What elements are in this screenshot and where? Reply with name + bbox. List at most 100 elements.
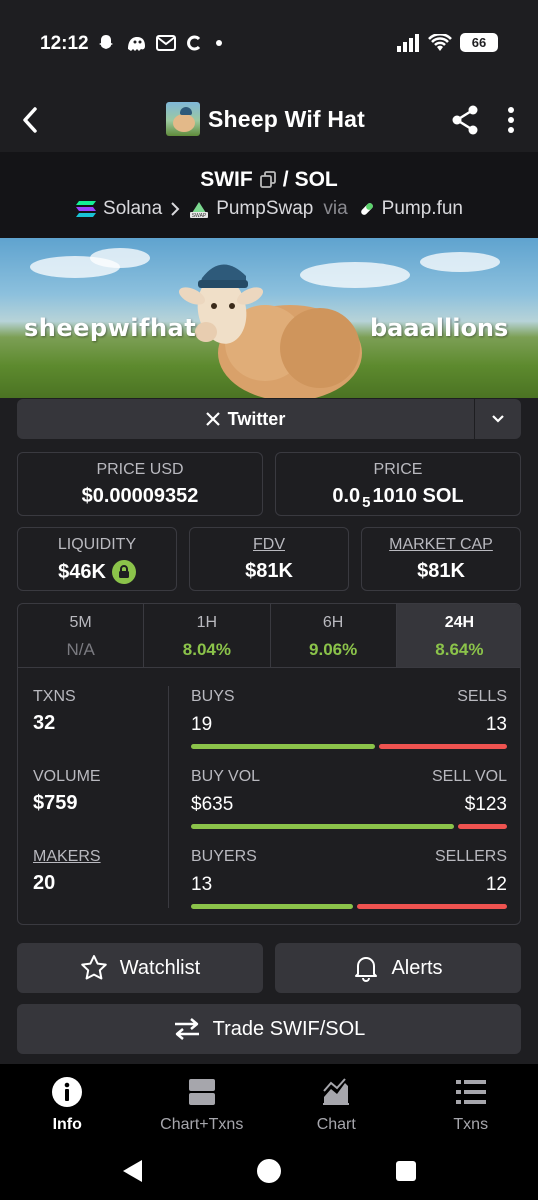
token-avatar [166,102,200,136]
price-usd-card: PRICE USD $0.00009352 [17,452,263,516]
trade-label: Trade SWIF/SOL [212,1017,366,1040]
stats-summary: TXNS 32 VOLUME $759 MAKERS 20 [33,688,163,924]
sellers-label: SELLERS [434,848,507,865]
lock-icon[interactable] [111,560,136,584]
price-native-label: PRICE [373,461,423,478]
volume-value: $759 [33,792,78,814]
sellers-value: 12 [485,874,507,895]
system-indicators: 66 [396,33,498,52]
stats-panel: 5M N/A 1H 8.04% 6H 9.06% 24H 8.64% TXNS … [17,603,521,925]
tab-24h-value: 8.64% [435,640,484,659]
nav-txns-label: Txns [453,1116,489,1133]
tab-5m-value: N/A [66,640,95,659]
via-text: via [323,198,348,219]
market-cap-value: $81K [417,560,465,582]
alerts-label: Alerts [391,956,443,979]
pair-separator: / [282,168,289,191]
launchpad-link[interactable]: Pump.fun [382,198,463,220]
liquidity-label: LIQUIDITY [57,536,137,553]
market-cap-label[interactable]: MARKET CAP [362,536,520,554]
recents-square-icon[interactable] [394,1159,418,1183]
list-icon [455,1080,486,1104]
buyers-value: 13 [191,874,213,895]
nav-chart-txns[interactable]: Chart+Txns [135,1064,270,1146]
route-line: Solana SWAP PumpSwap via Pump.fun [0,198,538,220]
txns-metric: TXNS 32 [33,688,163,768]
tab-5m[interactable]: 5M N/A [18,604,145,667]
makers-value: 20 [33,872,56,894]
price-native-suffix: 1010 SOL [372,485,464,507]
buys-value: 19 [191,714,213,735]
battery-indicator: 66 [460,33,498,52]
app-header: Sheep Wif Hat [0,88,538,152]
sellers-bar-fill [357,904,507,909]
sell-vol-bar-fill [458,824,507,829]
star-icon [80,955,107,980]
home-circle-icon[interactable] [256,1158,282,1184]
pair-section: SWIF / SOL Solana SWAP PumpSwap via Pump… [0,152,538,238]
bell-icon [355,957,378,982]
ghost-app-icon [128,37,145,51]
share-button[interactable] [450,104,480,136]
back-triangle-icon[interactable] [120,1158,146,1184]
base-symbol: SWIF [200,168,253,191]
sheep-image [178,264,362,398]
tab-6h[interactable]: 6H 9.06% [271,604,397,667]
liquidity-card: LIQUIDITY $46K [17,527,177,591]
watchlist-button[interactable]: Watchlist [17,943,263,993]
price-native-card: PRICE 0.0 5 1010 SOL [275,452,521,516]
tab-1h-value: 8.04% [182,640,231,659]
socials-expand-button[interactable] [474,399,521,439]
trade-button[interactable]: Trade SWIF/SOL [17,1004,521,1054]
tab-5m-label: 5M [69,614,92,631]
buys-label: BUYS [191,688,235,705]
copy-icon[interactable] [259,171,277,189]
tab-24h[interactable]: 24H 8.64% [396,604,520,667]
volume-label: VOLUME [33,768,101,785]
twitter-label: Twitter [227,408,286,429]
quote-symbol: SOL [294,168,338,191]
nav-chart-txns-label: Chart+Txns [160,1116,244,1133]
fdv-label[interactable]: FDV [190,536,348,554]
nav-chart[interactable]: Chart [269,1064,404,1146]
snapchat-icon [99,35,113,49]
mail-icon [156,35,176,51]
fdv-value: $81K [245,560,293,582]
alerts-button[interactable]: Alerts [275,943,521,993]
pumpswap-icon: SWAP [190,202,209,219]
fdv-card[interactable]: FDV $81K [189,527,349,591]
notification-icons [96,33,226,53]
market-cap-card[interactable]: MARKET CAP $81K [361,527,521,591]
volume-split-bar [191,824,507,829]
nav-info[interactable]: Info [0,1064,135,1146]
more-options-button[interactable] [500,104,522,136]
tab-1h-label: 1H [196,614,218,631]
price-native-prefix: 0.0 [332,485,361,507]
area-chart-icon [323,1078,350,1105]
volume-split-row: BUY VOL SELL VOL $635 $123 [191,768,507,848]
price-usd-label: PRICE USD [96,461,184,478]
twitter-button[interactable]: Twitter [17,399,474,439]
price-native-zeros: 5 [362,494,371,511]
nav-txns[interactable]: Txns [404,1064,538,1146]
dot-icon [216,40,222,46]
x-logo-icon [205,412,220,426]
nav-info-label: Info [52,1116,82,1133]
buyers-label: BUYERS [191,848,257,865]
tab-24h-label: 24H [444,614,475,631]
back-button[interactable] [14,102,46,138]
makers-label[interactable]: MAKERS [33,848,163,866]
chevron-left-icon [23,107,37,133]
status-bar: 12:12 66 [0,0,538,88]
dex-link[interactable]: PumpSwap [216,198,313,220]
price-native-value: 0.0 5 1010 SOL [276,485,520,511]
page-title: Sheep Wif Hat [208,105,366,132]
svg-text:SWAP: SWAP [192,213,207,219]
price-usd-value: $0.00009352 [81,485,199,507]
socials-bar: Twitter [17,399,521,439]
more-vertical-icon [508,107,514,133]
token-banner: sheepwifhat baaallions [0,238,538,398]
tab-1h[interactable]: 1H 8.04% [144,604,271,667]
watchlist-label: Watchlist [119,956,201,979]
chain-link[interactable]: Solana [103,198,162,220]
